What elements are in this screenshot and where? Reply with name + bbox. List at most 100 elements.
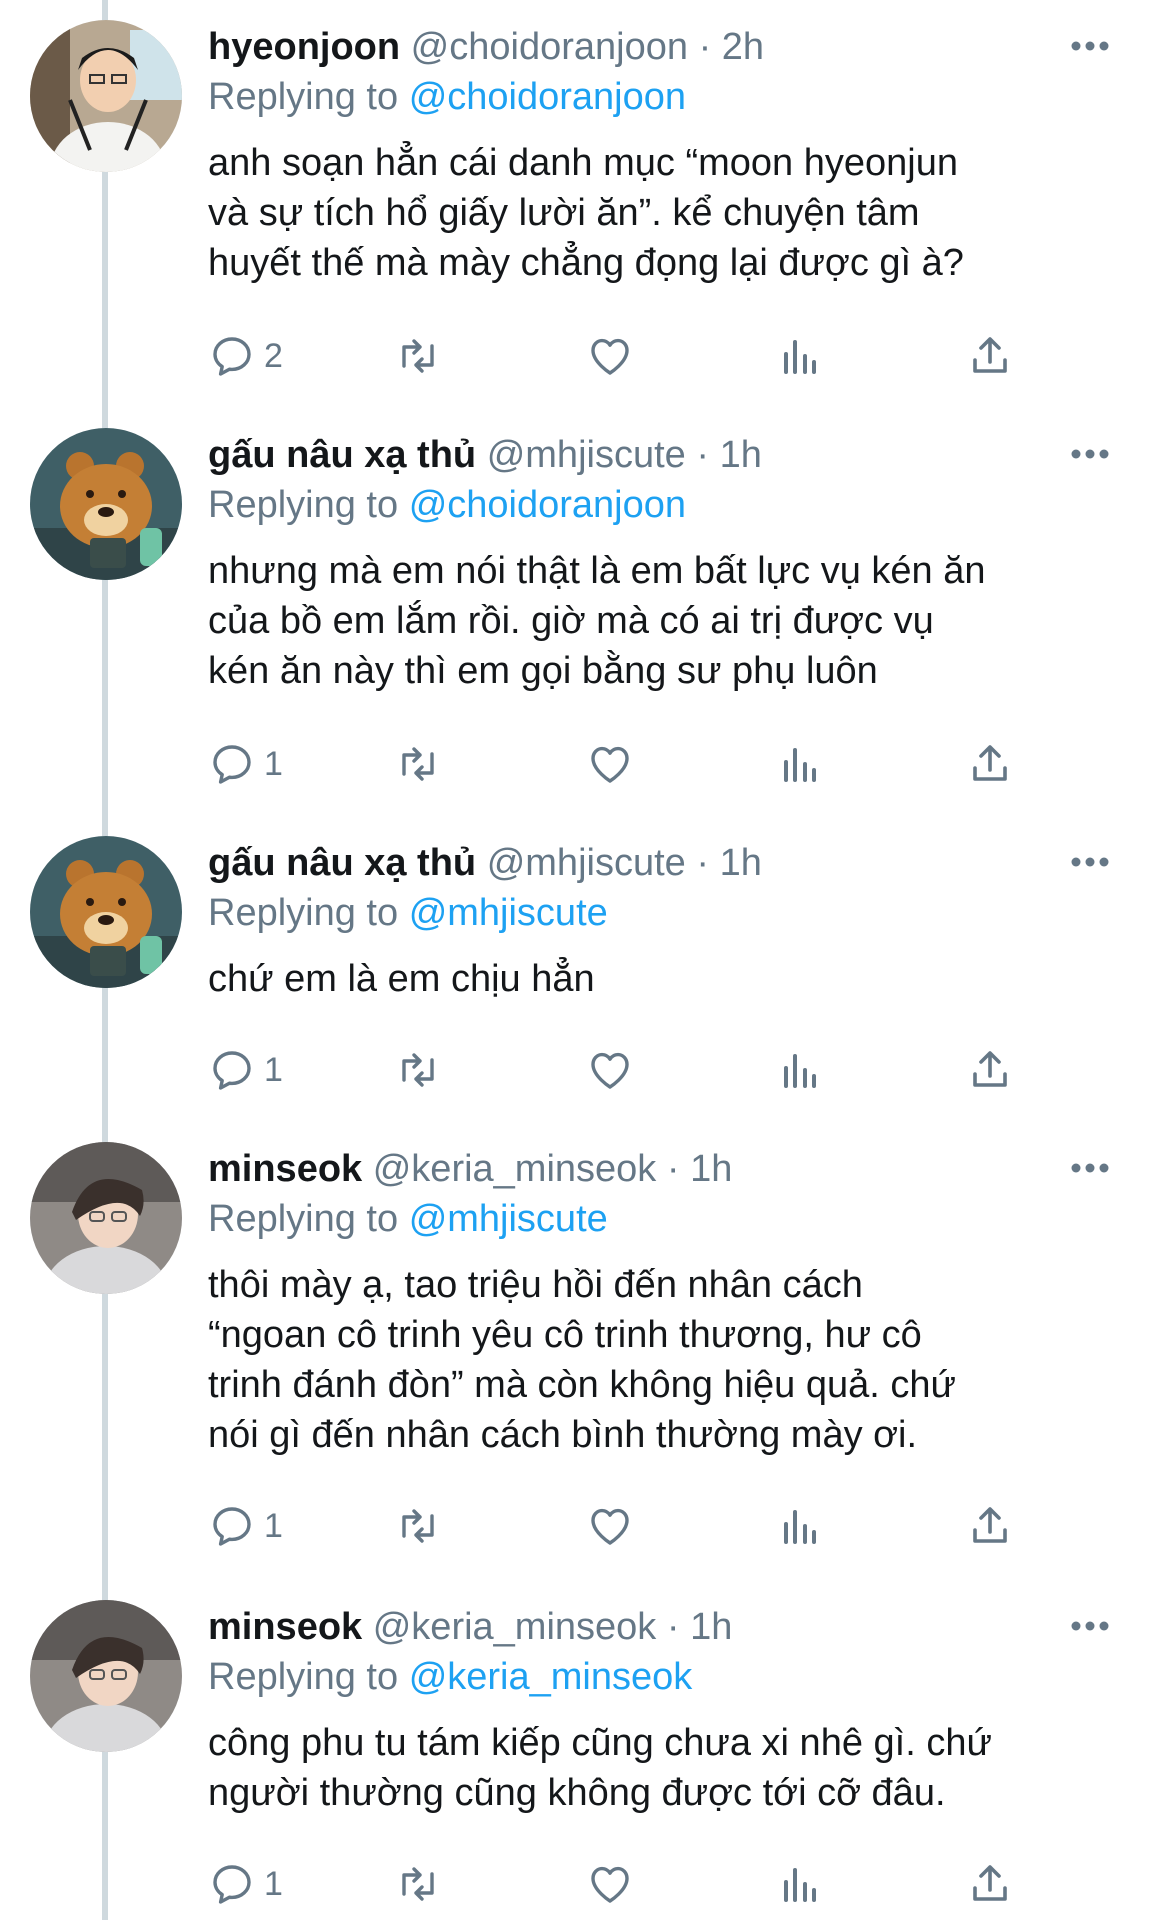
like-button[interactable] bbox=[586, 1854, 634, 1914]
separator-dot: · bbox=[696, 434, 709, 476]
retweet-button[interactable] bbox=[394, 326, 442, 386]
bear-cartoon-icon bbox=[30, 428, 182, 580]
separator-dot: · bbox=[696, 842, 709, 884]
tweet-header: minseok @keria_minseok · 1h bbox=[208, 1604, 732, 1650]
reply-button[interactable]: 1 bbox=[208, 1496, 283, 1556]
retweet-icon bbox=[402, 1053, 434, 1087]
display-name[interactable]: minseok bbox=[208, 1606, 362, 1648]
bear-cartoon-icon bbox=[30, 836, 182, 988]
more-options-button[interactable] bbox=[1066, 848, 1114, 876]
tweet-actions: 1 bbox=[208, 1854, 1108, 1914]
avatar[interactable] bbox=[30, 20, 182, 172]
retweet-icon bbox=[402, 747, 434, 781]
reply-button[interactable]: 1 bbox=[208, 734, 283, 794]
share-icon bbox=[973, 337, 1007, 373]
analytics-button[interactable] bbox=[776, 326, 824, 386]
retweet-icon bbox=[402, 1867, 434, 1901]
reply-count: 1 bbox=[264, 1050, 283, 1089]
reply-icon bbox=[213, 1507, 251, 1546]
timestamp[interactable]: 1h bbox=[720, 434, 762, 476]
analytics-icon bbox=[784, 748, 816, 782]
mention-link[interactable]: @mhjiscute bbox=[409, 892, 608, 934]
display-name[interactable]: minseok bbox=[208, 1148, 362, 1190]
tweet-actions: 1 bbox=[208, 1496, 1108, 1556]
user-handle[interactable]: @keria_minseok bbox=[373, 1606, 657, 1648]
user-handle[interactable]: @mhjiscute bbox=[487, 842, 686, 884]
analytics-button[interactable] bbox=[776, 1496, 824, 1556]
analytics-icon bbox=[784, 1054, 816, 1088]
share-button[interactable] bbox=[966, 1854, 1014, 1914]
timestamp[interactable]: 1h bbox=[690, 1606, 732, 1648]
replying-to-line: Replying to @choidoranjoon bbox=[208, 74, 686, 120]
avatar[interactable] bbox=[30, 1600, 182, 1752]
share-button[interactable] bbox=[966, 326, 1014, 386]
avatar[interactable] bbox=[30, 428, 182, 580]
tweet-text: chứ em là em chịu hẳn bbox=[208, 958, 595, 1000]
tweet-actions: 1 bbox=[208, 734, 1108, 794]
like-button[interactable] bbox=[586, 1496, 634, 1556]
more-options-button[interactable] bbox=[1066, 1154, 1114, 1182]
replying-to-line: Replying to @mhjiscute bbox=[208, 890, 608, 936]
replying-to-label: Replying to bbox=[208, 484, 399, 526]
user-handle[interactable]: @choidoranjoon bbox=[411, 26, 688, 68]
tweet-actions: 2 bbox=[208, 326, 1108, 386]
more-icon bbox=[1071, 1621, 1109, 1631]
like-button[interactable] bbox=[586, 1040, 634, 1100]
share-icon bbox=[973, 1051, 1007, 1087]
replying-to-line: Replying to @choidoranjoon bbox=[208, 482, 686, 528]
share-button[interactable] bbox=[966, 734, 1014, 794]
analytics-button[interactable] bbox=[776, 1854, 824, 1914]
share-icon bbox=[973, 1865, 1007, 1901]
heart-icon bbox=[591, 1866, 629, 1903]
more-icon bbox=[1071, 41, 1109, 51]
analytics-button[interactable] bbox=[776, 1040, 824, 1100]
reply-button[interactable]: 2 bbox=[208, 326, 283, 386]
tweet-text: thôi mày ạ, tao triệu hồi đến nhân cách … bbox=[208, 1264, 956, 1456]
retweet-button[interactable] bbox=[394, 1496, 442, 1556]
more-icon bbox=[1071, 1163, 1109, 1173]
user-handle[interactable]: @keria_minseok bbox=[373, 1148, 657, 1190]
person-photo-icon bbox=[30, 1600, 182, 1752]
reply-icon bbox=[213, 745, 251, 784]
tweet-text: công phu tu tám kiếp cũng chưa xi nhê gì… bbox=[208, 1722, 992, 1814]
display-name[interactable]: hyeonjoon bbox=[208, 26, 400, 68]
display-name[interactable]: gấu nâu xạ thủ bbox=[208, 842, 476, 884]
user-handle[interactable]: @mhjiscute bbox=[487, 434, 686, 476]
avatar[interactable] bbox=[30, 836, 182, 988]
timestamp[interactable]: 1h bbox=[720, 842, 762, 884]
display-name[interactable]: gấu nâu xạ thủ bbox=[208, 434, 476, 476]
heart-icon bbox=[591, 1508, 629, 1545]
retweet-button[interactable] bbox=[394, 1040, 442, 1100]
reply-count: 1 bbox=[264, 744, 283, 783]
analytics-icon bbox=[784, 340, 816, 374]
reply-button[interactable]: 1 bbox=[208, 1040, 283, 1100]
reply-count: 2 bbox=[264, 336, 283, 375]
person-photo-icon bbox=[30, 20, 182, 172]
reply-button[interactable]: 1 bbox=[208, 1854, 283, 1914]
retweet-button[interactable] bbox=[394, 1854, 442, 1914]
retweet-button[interactable] bbox=[394, 734, 442, 794]
avatar[interactable] bbox=[30, 1142, 182, 1294]
separator-dot: · bbox=[698, 26, 712, 68]
more-options-button[interactable] bbox=[1066, 32, 1114, 60]
more-options-button[interactable] bbox=[1066, 440, 1114, 468]
mention-link[interactable]: @choidoranjoon bbox=[409, 76, 686, 118]
more-icon bbox=[1071, 857, 1109, 867]
replying-to-label: Replying to bbox=[208, 1198, 399, 1240]
analytics-button[interactable] bbox=[776, 734, 824, 794]
share-button[interactable] bbox=[966, 1496, 1014, 1556]
more-options-button[interactable] bbox=[1066, 1612, 1114, 1640]
tweet-actions: 1 bbox=[208, 1040, 1108, 1100]
retweet-icon bbox=[402, 339, 434, 373]
mention-link[interactable]: @keria_minseok bbox=[409, 1656, 693, 1698]
reply-icon bbox=[213, 337, 251, 376]
mention-link[interactable]: @mhjiscute bbox=[409, 1198, 608, 1240]
mention-link[interactable]: @choidoranjoon bbox=[409, 484, 686, 526]
timestamp[interactable]: 1h bbox=[690, 1148, 732, 1190]
person-photo-icon bbox=[30, 1142, 182, 1294]
share-button[interactable] bbox=[966, 1040, 1014, 1100]
heart-icon bbox=[591, 338, 629, 375]
like-button[interactable] bbox=[586, 326, 634, 386]
like-button[interactable] bbox=[586, 734, 634, 794]
timestamp[interactable]: 2h bbox=[722, 26, 764, 68]
